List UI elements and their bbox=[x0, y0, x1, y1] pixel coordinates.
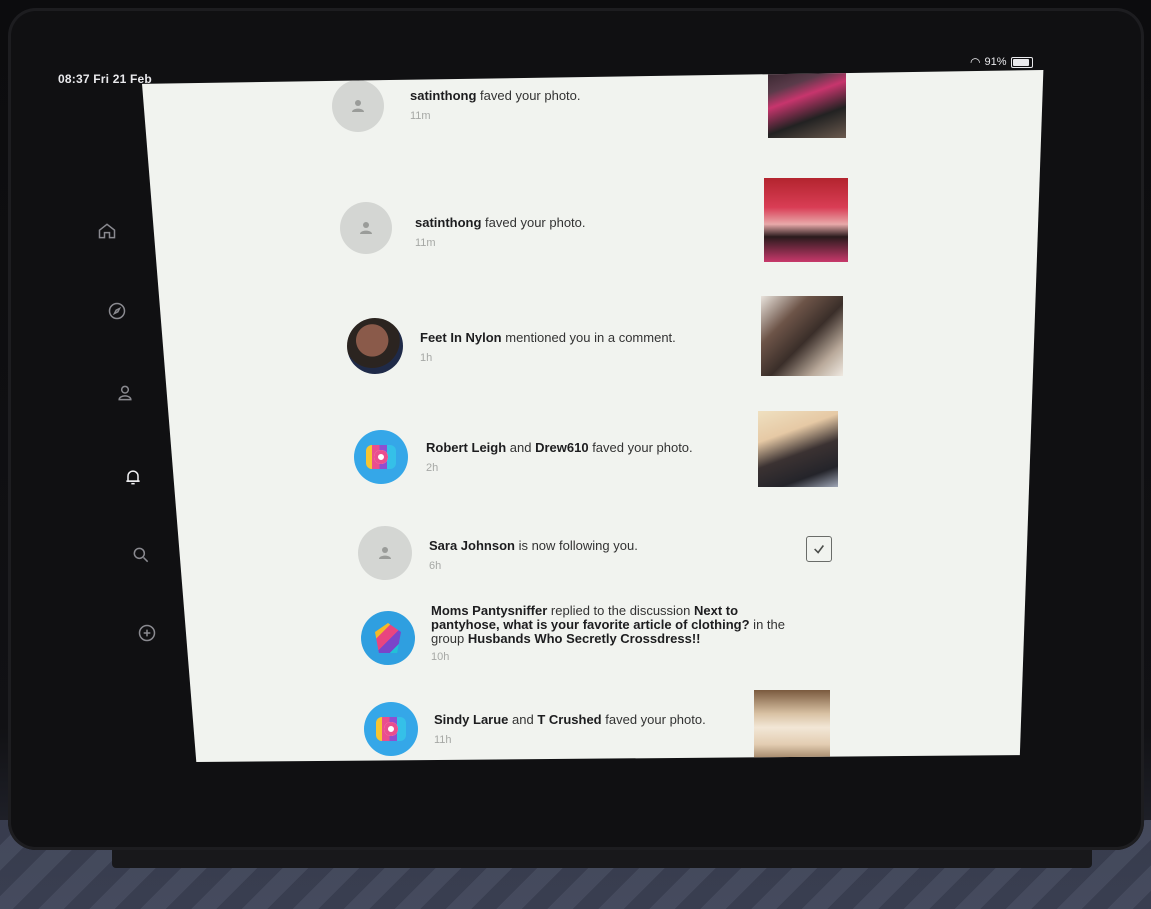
action-text: faved your photo. bbox=[601, 712, 706, 727]
notifications-screen: satinthong faved your photo. 11m satinth… bbox=[142, 70, 1044, 762]
notification-time: 10h bbox=[431, 651, 450, 663]
group-name[interactable]: Husbands Who Secretly Crossdress!! bbox=[468, 631, 701, 646]
default-avatar-icon[interactable] bbox=[332, 80, 384, 132]
notification-text: satinthong faved your photo. 11m bbox=[410, 88, 750, 124]
app-camera-icon[interactable] bbox=[354, 430, 408, 484]
default-avatar-icon[interactable] bbox=[358, 526, 412, 580]
notification-text: Feet In Nylon mentioned you in a comment… bbox=[420, 330, 760, 366]
action-text: is now following you. bbox=[514, 538, 638, 553]
action-text: faved your photo. bbox=[588, 440, 693, 455]
check-icon bbox=[814, 545, 825, 554]
notification-text: satinthong faved your photo. 11m bbox=[415, 215, 755, 251]
conj-text: and bbox=[508, 712, 538, 727]
notification-time: 6h bbox=[429, 560, 442, 572]
user-avatar[interactable] bbox=[347, 318, 403, 374]
bell-icon[interactable] bbox=[120, 464, 146, 490]
search-icon[interactable] bbox=[128, 542, 154, 568]
app-camera-icon[interactable] bbox=[364, 702, 418, 756]
notification-time: 1h bbox=[420, 352, 433, 364]
notification-time: 2h bbox=[426, 462, 439, 474]
notification-text: Sara Johnson is now following you. 6h bbox=[429, 538, 769, 574]
actor-name[interactable]: Moms Pantysniffer bbox=[431, 603, 547, 618]
photo-thumbnail[interactable] bbox=[758, 411, 838, 487]
notification-time: 11h bbox=[434, 734, 452, 746]
status-right: ◠ 91% bbox=[970, 55, 1033, 69]
battery-icon bbox=[1010, 56, 1033, 68]
compass-icon[interactable] bbox=[104, 298, 130, 324]
actor-name[interactable]: Sindy Larue bbox=[434, 712, 508, 727]
group-avatar-icon[interactable] bbox=[361, 611, 415, 665]
notification-time: 11m bbox=[410, 110, 431, 122]
camera-logo-icon bbox=[376, 717, 406, 741]
group-logo-icon bbox=[375, 623, 401, 653]
wifi-icon: ◠ bbox=[970, 55, 981, 69]
actor-name[interactable]: satinthong bbox=[415, 215, 481, 230]
photo-thumbnail[interactable] bbox=[768, 70, 846, 138]
action-text: replied to the discussion bbox=[547, 603, 695, 618]
default-avatar-icon[interactable] bbox=[340, 202, 392, 254]
conj-text: and bbox=[506, 440, 536, 455]
actor-name[interactable]: Robert Leigh bbox=[426, 440, 506, 455]
home-icon[interactable] bbox=[94, 218, 120, 244]
notifications-feed: satinthong faved your photo. 11m satinth… bbox=[142, 70, 1043, 762]
sidebar bbox=[84, 180, 164, 700]
photo-thumbnail[interactable] bbox=[764, 178, 848, 262]
status-time: 08:37 Fri 21 Feb bbox=[58, 72, 152, 86]
notification-text: Moms Pantysniffer replied to the discuss… bbox=[431, 604, 791, 664]
battery-percent: 91% bbox=[984, 56, 1007, 68]
actor-name-2[interactable]: Drew610 bbox=[535, 440, 588, 455]
photo-thumbnail[interactable] bbox=[754, 690, 830, 758]
action-text: faved your photo. bbox=[476, 88, 581, 103]
notification-time: 11m bbox=[415, 237, 436, 249]
notification-text: Sindy Larue and T Crushed faved your pho… bbox=[434, 712, 774, 748]
person-icon[interactable] bbox=[112, 380, 138, 406]
actor-name[interactable]: Sara Johnson bbox=[429, 538, 515, 553]
plus-circle-icon[interactable] bbox=[134, 620, 160, 646]
following-check-button[interactable] bbox=[806, 536, 832, 562]
action-text: faved your photo. bbox=[481, 215, 586, 230]
actor-name[interactable]: satinthong bbox=[410, 88, 476, 103]
notification-text: Robert Leigh and Drew610 faved your phot… bbox=[426, 440, 766, 476]
photo-frame: 08:37 Fri 21 Feb ◠ 91% satinthong faved … bbox=[0, 0, 1151, 909]
camera-logo-icon bbox=[366, 445, 396, 469]
photo-thumbnail[interactable] bbox=[761, 296, 843, 376]
actor-name[interactable]: Feet In Nylon bbox=[420, 330, 502, 345]
actor-name-2[interactable]: T Crushed bbox=[537, 712, 601, 727]
action-text: mentioned you in a comment. bbox=[501, 330, 676, 345]
